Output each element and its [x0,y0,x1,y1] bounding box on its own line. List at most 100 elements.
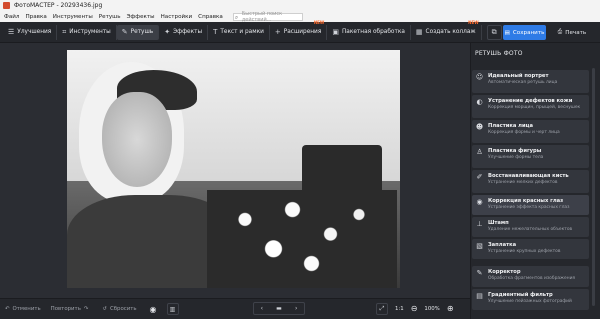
zoom-controls: ⤢ 1:1 ⊖ 100% ⊕ [376,302,454,315]
tab-tools[interactable]: ⌗ Инструменты [57,24,117,40]
menu-help[interactable]: Справка [198,14,223,20]
menu-bar: Файл Правка Инструменты Ретушь Эффекты Н… [0,10,600,23]
redo-button[interactable]: Повторить ↷ [46,302,94,316]
corrector-icon: ✎ [476,269,483,277]
figure-icon: ♙ [476,148,483,156]
tab-enhancements-label: Улучшения [17,29,52,35]
retouch-item-figure-plastic[interactable]: ♙ Пластика фигуры Улучшение формы тела [472,145,589,168]
menu-settings[interactable]: Настройки [161,14,193,20]
tab-text-frames[interactable]: T Текст и рамки [208,24,270,40]
redo-label: Повторить [50,306,81,312]
print-button[interactable]: ⎙ Печать [551,25,593,40]
folder-icon[interactable]: ▬ [276,305,282,312]
reset-button[interactable]: ↺ Сбросить [97,302,141,316]
photo-face [102,92,172,187]
menu-file[interactable]: Файл [4,14,19,20]
undo-button[interactable]: ↶ Отменить [0,302,46,316]
printer-icon: ⎙ [557,29,563,35]
app-logo-icon [3,2,10,9]
item-desc: Устранение мелких дефектов [488,180,558,185]
print-label: Печать [565,29,587,36]
new-badge: NEW [313,19,325,25]
undo-label: Отменить [12,306,41,312]
zoom-in-icon[interactable]: ⊕ [447,304,454,313]
file-navigation: ‹ ▬ › [253,302,305,315]
crop-icon: ⌗ [62,27,67,36]
item-name: Градиентный фильтр [488,292,553,298]
menu-effects[interactable]: Эффекты [127,14,155,20]
item-desc: Обработка фрагментов изображения [488,276,576,281]
item-name: Коррекция красных глаз [488,198,564,204]
gradient-icon: ▤ [476,292,483,300]
collage-icon: ▦ [415,28,423,36]
next-image-icon[interactable]: › [295,305,297,312]
reset-icon: ↺ [102,306,107,312]
tab-effects[interactable]: ✦ Эффекты [159,24,209,40]
text-icon: T [213,28,218,36]
item-name: Пластика лица [488,123,533,129]
undo-icon: ↶ [5,306,10,312]
retouch-item-patch[interactable]: ▧ Заплатка Устранение крупных дефектов [472,239,589,259]
portrait-icon: ☺ [475,73,484,81]
redo-icon: ↷ [83,306,89,312]
prev-image-icon[interactable]: ‹ [261,305,263,312]
tab-extensions[interactable]: NEW + Расширения [270,20,328,40]
retouch-item-face-plastic[interactable]: ☻ Пластика лица Коррекция формы и черт ли… [472,120,589,143]
menu-retouch[interactable]: Ретушь [99,14,121,20]
save-button[interactable]: ▤ Сохранить [503,25,546,40]
retouch-item-red-eye[interactable]: ◉ Коррекция красных глаз Устранение эффек… [472,195,589,215]
item-name: Корректор [488,269,521,275]
patch-icon: ▧ [476,242,483,250]
tab-retouch[interactable]: ✎ Ретушь [116,24,160,40]
item-name: Штамп [488,220,509,226]
item-name: Заплатка [488,242,517,248]
sliders-icon: ☰ [8,28,15,36]
tab-tools-label: Инструменты [69,29,111,35]
panel-title: РЕТУШЬ ФОТО [475,50,523,57]
heal-brush-icon: ✐ [476,173,483,181]
item-name: Пластика фигуры [488,148,542,154]
photo-daisies [207,190,397,288]
tab-extensions-label: Расширения [283,29,322,35]
scale-one-to-one[interactable]: 1:1 [395,306,404,312]
window-title: ФотоМАСТЕР - 20293436.jpg [14,2,103,9]
photo-preview[interactable] [67,50,400,288]
tab-collage[interactable]: NEW ▦ Создать коллаж [411,20,482,40]
tab-collage-label: Создать коллаж [425,29,476,35]
item-desc: Удаление нежелательных объектов [488,227,573,232]
retouch-item-corrector[interactable]: ✎ Корректор Обработка фрагментов изображе… [472,266,589,287]
compare-split-icon[interactable]: ▥ [166,303,179,315]
brush-icon: ✎ [121,28,128,36]
skin-icon: ◐ [476,98,483,106]
save-label: Сохранить [512,29,545,36]
compare-icon[interactable]: ⧉ [486,24,502,40]
item-name: Устранение дефектов кожи [488,98,573,104]
search-input[interactable]: ⌕ Быстрый поиск действий... [232,10,303,23]
effects-icon: ✦ [164,28,171,36]
retouch-item-skin-defects[interactable]: ◐ Устранение дефектов кожи Коррекция морщ… [472,95,589,118]
menu-tools[interactable]: Инструменты [53,14,93,20]
plus-icon: + [274,28,281,36]
face-icon: ☻ [475,123,484,131]
zoom-out-icon[interactable]: ⊖ [411,304,418,313]
preview-eye-icon[interactable]: ◉ [150,305,157,314]
fit-to-screen-icon[interactable]: ⤢ [376,302,388,315]
item-desc: Улучшение пейзажных фотографий [488,299,572,304]
search-icon: ⌕ [234,13,239,21]
tab-batch[interactable]: ▣ Пакетная обработка [327,24,411,40]
item-desc: Устранение эффекта красных глаз [488,205,570,210]
panel-scrollbar[interactable] [592,68,595,306]
tab-enhancements[interactable]: ☰ Улучшения [3,24,58,40]
item-desc: Автоматическая ретушь лица [488,80,558,85]
menu-edit[interactable]: Правка [25,14,46,20]
batch-icon: ▣ [332,28,339,36]
retouch-item-ideal-portrait[interactable]: ☺ Идеальный портрет Автоматическая ретушь… [472,70,589,93]
retouch-item-stamp[interactable]: ⊥ Штамп Удаление нежелательных объектов [472,217,589,237]
retouch-item-gradient-filter[interactable]: ▤ Градиентный фильтр Улучшение пейзажных … [472,289,589,310]
search-placeholder: Быстрый поиск действий... [241,10,283,23]
retouch-item-healing-brush[interactable]: ✐ Восстанавливающая кисть Устранение мелк… [472,170,589,193]
tab-text-frames-label: Текст и рамки [220,29,264,35]
item-desc: Устранение крупных дефектов [488,249,561,254]
item-name: Идеальный портрет [488,73,549,79]
item-desc: Коррекция морщин, прыщей, веснушек [488,105,581,110]
